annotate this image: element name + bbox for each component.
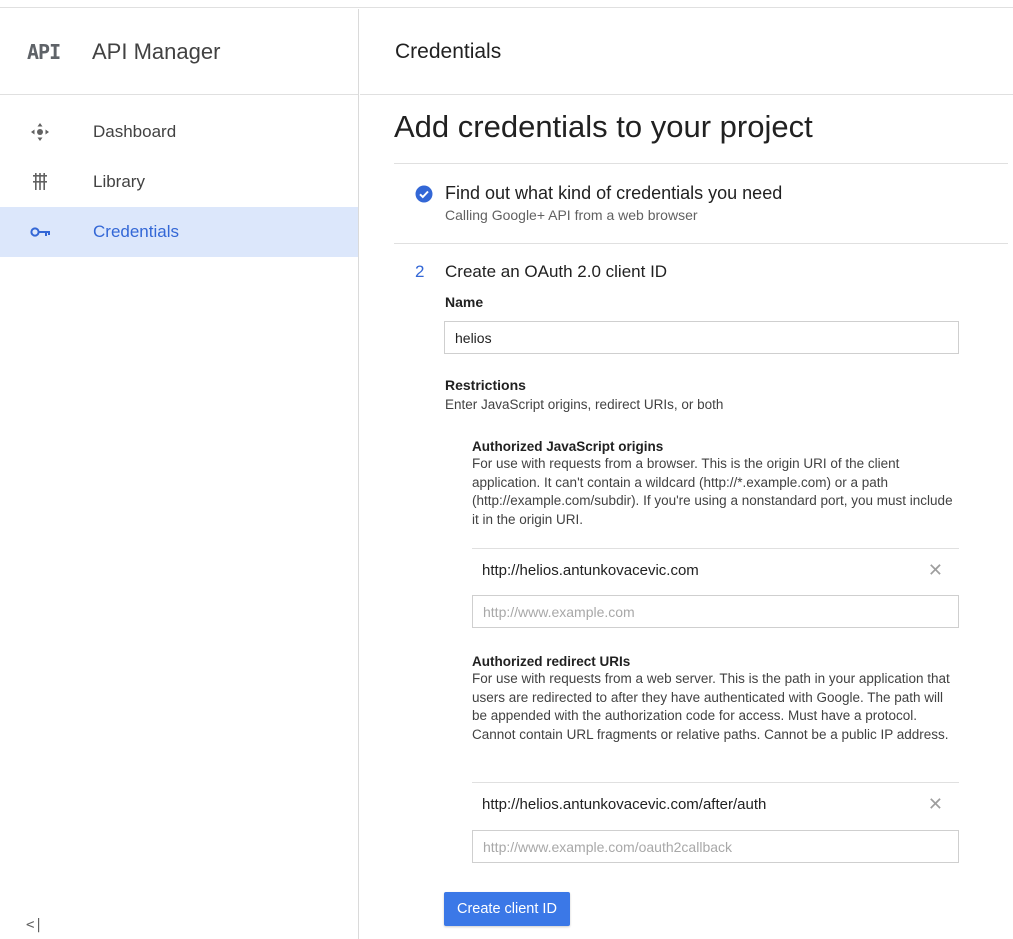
divider [394, 163, 1008, 164]
sidebar-item-label: Credentials [93, 222, 179, 241]
sidebar: API API Manager Dashboard Library Creden… [0, 9, 359, 939]
js-origins-section: Authorized JavaScript origins For use wi… [472, 439, 960, 529]
divider [394, 243, 1008, 244]
name-label: Name [445, 294, 484, 310]
js-origins-title: Authorized JavaScript origins [472, 439, 664, 454]
redirect-uri-value: http://helios.antunkovacevic.com/after/a… [482, 796, 767, 813]
check-circle-icon [415, 183, 445, 223]
js-origin-input[interactable] [472, 595, 959, 628]
restrictions-description: Enter JavaScript origins, redirect URIs,… [445, 397, 724, 412]
step-1[interactable]: Find out what kind of credentials you ne… [415, 183, 782, 223]
top-border [0, 0, 1013, 8]
redirect-uris-description: For use with requests from a web server.… [472, 671, 950, 742]
redirect-uri-input[interactable] [472, 830, 959, 863]
step-2-number: 2 [415, 262, 425, 281]
step-1-title: Find out what kind of credentials you ne… [445, 183, 783, 203]
main-content: Credentials Add credentials to your proj… [360, 9, 1013, 939]
redirect-uris-section: Authorized redirect URIs For use with re… [472, 654, 960, 744]
js-origins-description: For use with requests from a browser. Th… [472, 456, 953, 527]
library-icon [30, 172, 93, 192]
redirect-uris-title: Authorized redirect URIs [472, 654, 631, 669]
js-origin-entry: http://helios.antunkovacevic.com ✕ [472, 548, 959, 592]
header-title: Credentials [395, 39, 502, 63]
sidebar-item-dashboard[interactable]: Dashboard [0, 107, 358, 157]
api-logo: API [27, 39, 61, 64]
page-title: Add credentials to your project [394, 109, 813, 144]
sidebar-nav: Dashboard Library Credentials [0, 95, 358, 257]
main-header: Credentials [360, 9, 1013, 95]
restrictions-label: Restrictions [445, 377, 526, 393]
create-client-id-button[interactable]: Create client ID [444, 892, 570, 926]
step-1-subtitle: Calling Google+ API from a web browser [445, 207, 698, 223]
sidebar-item-credentials[interactable]: Credentials [0, 207, 358, 257]
sidebar-header: API API Manager [0, 9, 358, 95]
app-title: API Manager [92, 38, 221, 64]
js-origin-value: http://helios.antunkovacevic.com [482, 562, 699, 579]
sidebar-item-label: Library [93, 172, 145, 191]
redirect-uri-entry: http://helios.antunkovacevic.com/after/a… [472, 782, 959, 826]
close-icon[interactable]: ✕ [928, 560, 943, 581]
collapse-sidebar-button[interactable]: <| [26, 917, 43, 933]
name-input[interactable] [444, 321, 959, 354]
sidebar-item-library[interactable]: Library [0, 157, 358, 207]
dashboard-icon [30, 122, 93, 142]
key-icon [30, 225, 93, 239]
close-icon[interactable]: ✕ [928, 794, 943, 815]
sidebar-item-label: Dashboard [93, 122, 177, 141]
step-2-title: Create an OAuth 2.0 client ID [445, 262, 668, 281]
